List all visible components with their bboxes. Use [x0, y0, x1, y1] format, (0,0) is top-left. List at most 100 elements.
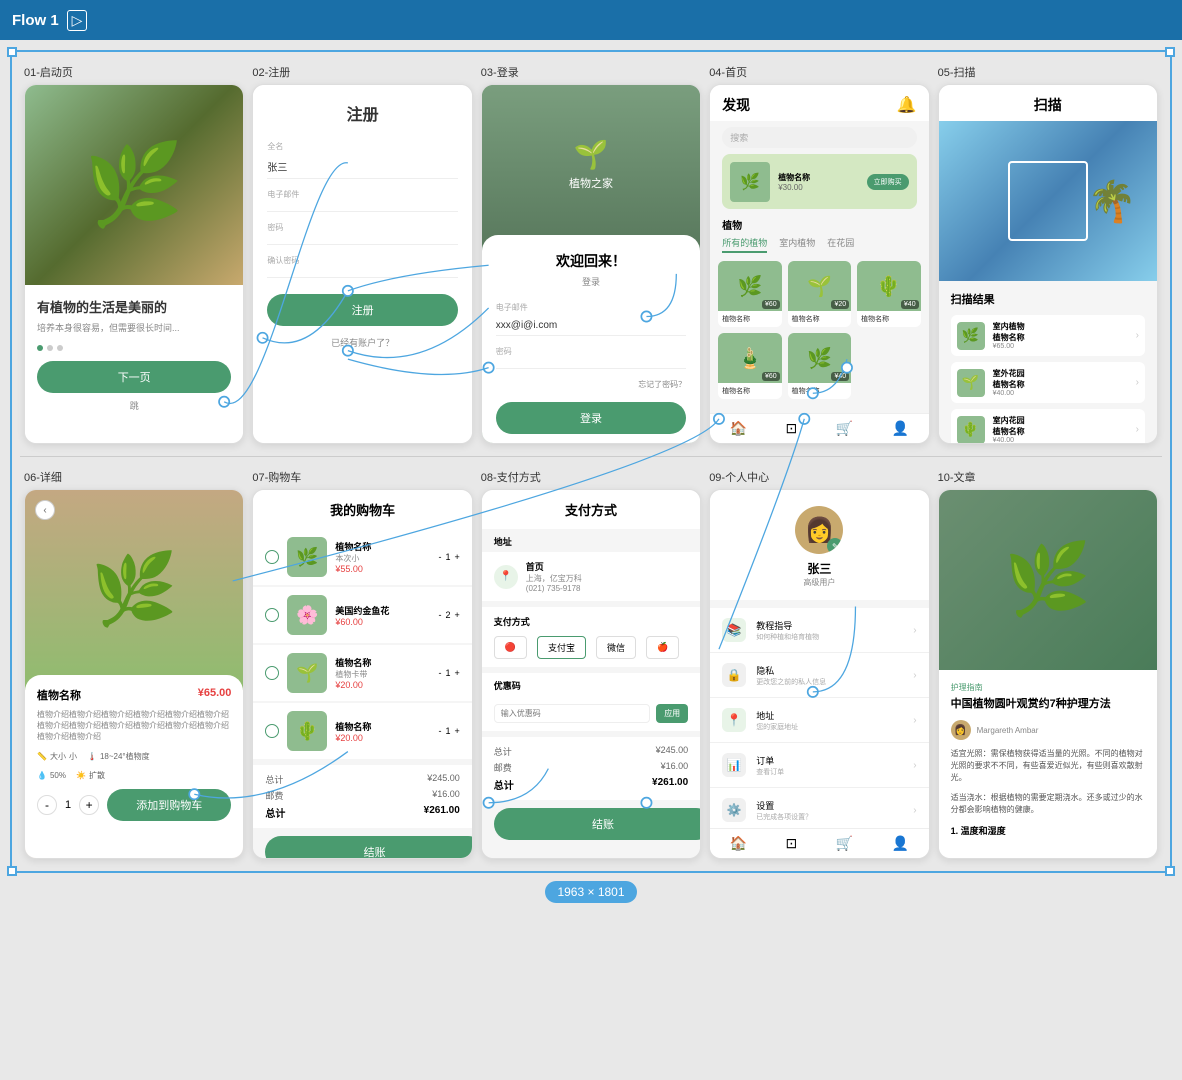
alipay-option[interactable]: 支付宝 — [537, 636, 586, 659]
cart-checkbox-1[interactable] — [265, 550, 279, 564]
password-field: 密码 — [267, 222, 457, 245]
shipping-row: 邮费 ¥16.00 — [265, 789, 459, 802]
login-email-input[interactable]: xxx@i@i.com — [496, 316, 686, 336]
address-card[interactable]: 📍 首页 上海，亿宝万科 (021) 735-9178 — [482, 552, 700, 601]
name-field: 全名 张三 — [267, 141, 457, 179]
next-button[interactable]: 下一页 — [37, 361, 231, 393]
temp-icon: 🌡️ — [87, 752, 97, 761]
cart-qty-inc-3[interactable]: + — [455, 668, 460, 678]
menu-item-orders[interactable]: 📊 订单 查看订单 › — [710, 743, 928, 788]
plant-name-1: 植物名称 — [718, 311, 781, 327]
qty-increase-btn[interactable]: + — [79, 795, 99, 815]
guide-title: 教程指导 — [756, 619, 903, 632]
cart-checkbox-3[interactable] — [265, 666, 279, 680]
user-avatar: 👩 ✎ — [795, 506, 843, 554]
cart-title: 我的购物车 — [253, 490, 471, 529]
cart-qty-dec-4[interactable]: - — [439, 726, 442, 736]
checkout-button-08[interactable]: 结账 — [494, 808, 701, 840]
skip-text[interactable]: 跳 — [37, 399, 231, 412]
screen-cell-05: 05-扫描 扫描 🌴 扫描结果 🌿 — [934, 60, 1162, 448]
orders-title: 订单 — [756, 754, 903, 767]
avatar-edit-icon[interactable]: ✎ — [827, 538, 843, 554]
already-account-link[interactable]: 已经有账户了？ — [267, 336, 457, 349]
coupon-input[interactable] — [494, 704, 650, 723]
nav-scan-icon[interactable]: ⊡ — [785, 420, 797, 437]
profile-nav-profile[interactable]: 👤 — [892, 835, 909, 852]
cart-checkbox-2[interactable] — [265, 608, 279, 622]
menu-item-privacy[interactable]: 🔒 隐私 更改您之前的私人信息 › — [710, 653, 928, 698]
profile-nav-scan[interactable]: ⊡ — [785, 835, 797, 852]
cart-qty-dec-2[interactable]: - — [439, 610, 442, 620]
menu-item-settings[interactable]: ⚙️ 设置 已完成各项设置？ › — [710, 788, 928, 833]
author-avatar: 👩 — [951, 720, 971, 740]
tab-flower-plants[interactable]: 在花园 — [827, 236, 854, 253]
temp-value: 18~24°植物度 — [100, 751, 150, 762]
screen-cell-08: 08-支付方式 支付方式 地址 📍 首页 上海，亿宝万科 (021) 735-9… — [477, 465, 705, 863]
plant-card-2[interactable]: 🌱¥20 植物名称 — [788, 261, 851, 327]
menu-item-address[interactable]: 📍 地址 您的家庭地址 › — [710, 698, 928, 743]
checkout-button-07[interactable]: 结账 — [265, 836, 472, 859]
plant-card-5[interactable]: 🌿¥40 植物名称 — [788, 333, 851, 399]
add-to-cart-button[interactable]: 添加到购物车 — [107, 789, 231, 821]
cart-item-4: 🌵 植物名称 ¥20.00 - 1 + — [253, 703, 471, 759]
apply-coupon-button[interactable]: 应用 — [656, 704, 688, 723]
cart-qty-inc-4[interactable]: + — [455, 726, 460, 736]
password-input[interactable] — [267, 236, 457, 245]
result-image-2: 🌱 — [957, 369, 985, 397]
cart-item-1: 🌿 植物名称 本次小 ¥55.00 - 1 + — [253, 529, 471, 585]
profile-nav-home[interactable]: 🏠 — [729, 835, 746, 852]
notification-icon[interactable]: 🔔 — [897, 95, 917, 115]
no-account-link[interactable]: 没有账户？ — [496, 442, 686, 444]
scan-title: 扫描 — [939, 85, 1157, 121]
cart-qty-inc-2[interactable]: + — [455, 610, 460, 620]
featured-banner[interactable]: 🌿 植物名称 ¥30.00 立即购买 — [722, 154, 916, 209]
nav-profile-icon[interactable]: 👤 — [892, 420, 909, 437]
payment-total-row: 总计 ¥261.00 — [494, 777, 688, 792]
login-password-input[interactable] — [496, 360, 686, 369]
plant-card-1[interactable]: 🌿¥60 植物名称 — [718, 261, 781, 327]
menu-item-guide[interactable]: 📚 教程指导 如何种植和培育植物 › — [710, 608, 928, 653]
scan-result-1[interactable]: 🌿 室内植物 植物名称 ¥65.00 › — [951, 315, 1145, 356]
cart-checkbox-4[interactable] — [265, 724, 279, 738]
screen-frame-01: 有植物的生活是美丽的 培养本身很容易，但需要很长时间... 下一页 跳 — [24, 84, 244, 444]
cart-item-info-3: 植物名称 植物卡带 ¥20.00 — [335, 656, 430, 690]
apple-pay-option[interactable]: 🍎 — [646, 636, 679, 659]
plant-card-4[interactable]: 🎍¥60 植物名称 — [718, 333, 781, 399]
email-input[interactable] — [267, 203, 457, 212]
result-image-1: 🌿 — [957, 322, 985, 350]
subtotal-row: 总计 ¥245.00 — [265, 773, 459, 786]
corner-handle-bl[interactable] — [7, 866, 17, 876]
scan-frame-indicator — [1008, 161, 1088, 241]
corner-handle-tr[interactable] — [1165, 47, 1175, 57]
tab-indoor-plants[interactable]: 室内植物 — [779, 236, 815, 253]
name-input[interactable]: 张三 — [267, 155, 457, 179]
tab-all-plants[interactable]: 所有的植物 — [722, 236, 767, 253]
login-button[interactable]: 登录 — [496, 402, 686, 434]
search-bar[interactable]: 搜索 — [722, 127, 916, 148]
privacy-sub: 更改您之前的私人信息 — [756, 677, 903, 687]
wechat-option[interactable]: 微信 — [596, 636, 636, 659]
corner-handle-br[interactable] — [1165, 866, 1175, 876]
register-button[interactable]: 注册 — [267, 294, 457, 326]
confirm-input[interactable] — [267, 269, 457, 278]
cart-qty-dec-3[interactable]: - — [439, 668, 442, 678]
cart-qty-dec-1[interactable]: - — [439, 552, 442, 562]
nav-cart-icon[interactable]: 🛒 — [836, 420, 853, 437]
corner-handle-tl[interactable] — [7, 47, 17, 57]
dot-3 — [57, 345, 63, 351]
product-name: 植物名称 — [37, 687, 81, 703]
profile-nav-cart[interactable]: 🛒 — [836, 835, 853, 852]
cart-qty-inc-1[interactable]: + — [455, 552, 460, 562]
screen-frame-10: 🌿 护理指南 中国植物圆叶观赏约7种护理方法 👩 Margareth Ambar… — [938, 489, 1158, 859]
scan-result-2[interactable]: 🌱 室外花园 植物名称 ¥40.00 › — [951, 362, 1145, 403]
forgot-password-link[interactable]: 忘记了密码？ — [496, 379, 686, 390]
mastercard-option[interactable]: 🔴 — [494, 636, 527, 659]
scan-result-3[interactable]: 🌵 室内花园 植物名称 ¥40.00 › — [951, 409, 1145, 444]
flow-play-icon[interactable]: ▷ — [67, 10, 88, 31]
nav-home-icon[interactable]: 🏠 — [729, 420, 746, 437]
back-button-06[interactable]: ‹ — [35, 500, 55, 520]
plant-card-3[interactable]: 🌵¥40 植物名称 — [857, 261, 920, 327]
purchase-button[interactable]: 立即购买 — [867, 174, 909, 190]
qty-decrease-btn[interactable]: - — [37, 795, 57, 815]
address-menu-title: 地址 — [756, 709, 903, 722]
